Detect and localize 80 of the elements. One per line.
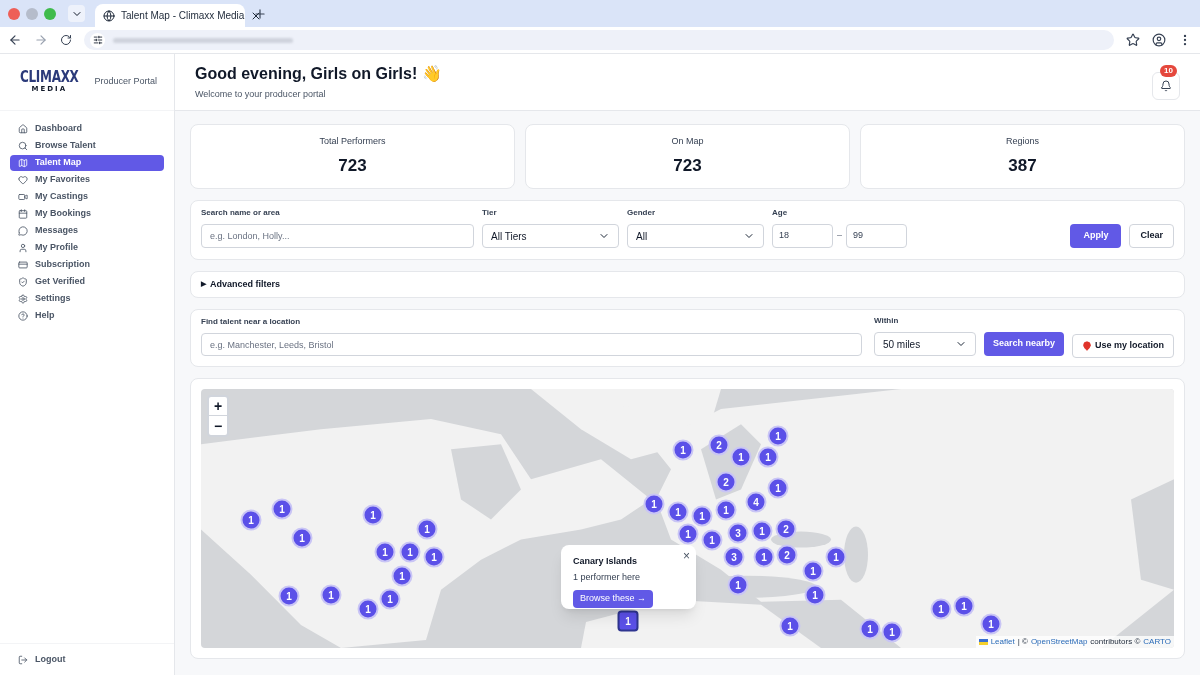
logo-wordmark: CLIMAXX [20, 69, 79, 85]
nav-item[interactable]: Subscription [10, 257, 164, 273]
cluster-marker[interactable]: 1 [617, 610, 639, 632]
carto-link[interactable]: CARTO [1143, 636, 1171, 648]
bookmark-icon[interactable] [1126, 33, 1140, 47]
greeting-heading: Good evening, Girls on Girls! 👋 [195, 64, 442, 85]
globe-icon [103, 9, 115, 22]
radius-select[interactable]: 50 miles [873, 332, 976, 356]
apply-button[interactable]: Apply [1070, 224, 1122, 248]
nav-item[interactable]: Messages [10, 223, 164, 239]
stat-label: Regions [1006, 135, 1039, 148]
help-icon [18, 311, 28, 321]
attribution-separator: | © [1017, 636, 1028, 648]
nav-item[interactable]: Talent Map [10, 155, 164, 171]
use-location-button[interactable]: Use my location [1071, 334, 1174, 358]
field-label: Gender [627, 207, 656, 219]
min-age-field[interactable]: 18 [772, 224, 833, 248]
tab-title: Talent Map - Climaxx Media [121, 9, 245, 23]
nav-item[interactable]: Browse Talent [10, 138, 164, 154]
stat-label: On Map [671, 135, 704, 148]
field-label: Within [873, 315, 900, 327]
location-field[interactable]: e.g. Manchester, Leeds, Bristol [201, 333, 862, 356]
search-nearby-button[interactable]: Search nearby [983, 332, 1064, 356]
user-icon [18, 243, 28, 253]
reload-icon[interactable] [60, 34, 72, 46]
site-settings-icon[interactable] [92, 35, 103, 45]
attribution-text: contributors © [1090, 636, 1141, 648]
openstreetmap-link[interactable]: OpenStreetMap [1030, 636, 1088, 648]
zoom-out-button[interactable]: − [209, 416, 227, 435]
popup-subtitle: 1 performer here [573, 570, 642, 584]
notification-badge: 10 [1160, 65, 1177, 77]
gender-select[interactable]: All [627, 224, 764, 248]
max-age-field[interactable]: 99 [846, 224, 907, 248]
clear-button[interactable]: Clear [1129, 224, 1174, 248]
chat-bubble-icon [18, 226, 28, 236]
stat-value: 387 [1008, 154, 1037, 177]
settings-icon [18, 294, 28, 304]
tier-select[interactable]: All Tiers [482, 224, 619, 248]
heart-icon [18, 175, 28, 185]
new-tab-icon[interactable] [253, 6, 267, 21]
tab-list-button[interactable] [68, 5, 85, 22]
logout-link[interactable]: Logout [18, 652, 66, 667]
field-label: Search name or area [201, 207, 281, 219]
map-icon [18, 158, 28, 168]
nav-item[interactable]: My Castings [10, 189, 164, 205]
search-field[interactable]: e.g. London, Holly... [201, 224, 474, 248]
portal-subtitle: Producer Portal [94, 75, 158, 89]
popup-close-button[interactable]: × [683, 547, 690, 565]
nav-item[interactable]: My Bookings [10, 206, 164, 222]
nav-item[interactable]: Get Verified [10, 274, 164, 290]
nav-item[interactable]: My Favorites [10, 172, 164, 188]
back-icon[interactable] [8, 33, 22, 47]
range-dash: – [837, 229, 842, 243]
map-view[interactable]: 1 1 1 1 1 1 1 1 1 1 1 1 1 1 1 1 1 1 1 1 2 2 1 3 3 1 1 4 1 1 1 1 1 2 2 1 1 1 1 1 1 1 1 1 + − Canary Islands 1 performer here Browse these → × Leaflet | © OpenStreetMap contributors © CARTO [201, 389, 1174, 648]
nav-item[interactable]: Dashboard [10, 121, 164, 137]
flag-icon [978, 639, 988, 645]
leaflet-link[interactable]: Leaflet [990, 636, 1015, 648]
nav-item[interactable]: Settings [10, 291, 164, 307]
stat-label: Total Performers [319, 135, 386, 148]
video-icon [18, 192, 28, 202]
nav-item[interactable]: Help [10, 308, 164, 324]
logout-icon [18, 654, 28, 665]
home-icon [18, 124, 28, 134]
zoom-in-button[interactable]: + [209, 397, 227, 416]
bell-icon [1160, 80, 1172, 92]
pin-icon [1081, 341, 1092, 351]
calendar-icon [18, 209, 28, 219]
greeting-subtitle: Welcome to your producer portal [195, 88, 327, 102]
card-icon [18, 260, 28, 270]
field-label: Age [772, 207, 789, 219]
field-label: Tier [482, 207, 498, 219]
field-label: Find talent near a location [201, 316, 302, 328]
search-icon [18, 141, 28, 151]
popup-title: Canary Islands [573, 555, 639, 568]
nav-item[interactable]: My Profile [10, 240, 164, 256]
shield-check-icon [18, 277, 28, 287]
browse-button[interactable]: Browse these → [573, 589, 654, 608]
stat-value: 723 [338, 154, 367, 177]
profile-icon[interactable] [1152, 33, 1166, 47]
stat-value: 723 [673, 154, 702, 177]
